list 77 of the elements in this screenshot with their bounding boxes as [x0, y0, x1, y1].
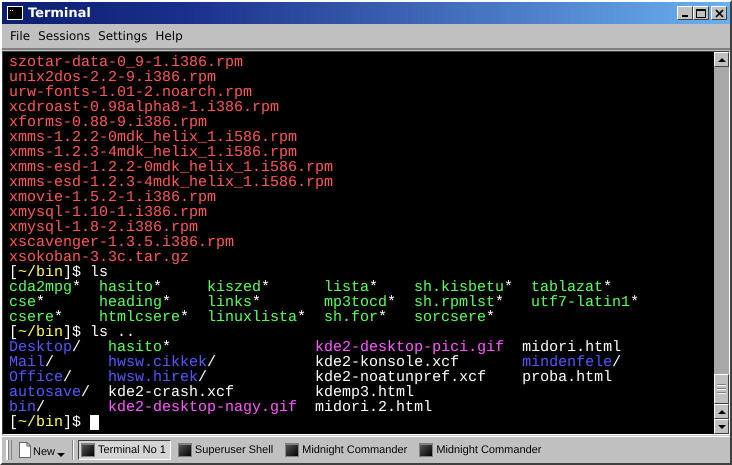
file-name: autosave/ [9, 384, 90, 401]
file-name: hasito* [99, 279, 162, 296]
file-name: csere* [9, 309, 64, 326]
output-line: urw-fonts-1.01-2.noarch.rpm [9, 85, 252, 100]
file-name: hasito* [108, 339, 172, 356]
file-name: kiszed* [207, 279, 270, 296]
output-line: xsokoban-3.3c.tar.gz [9, 250, 190, 265]
file-name: sh.rpmlst* [414, 294, 504, 311]
output-line: xmysql-1.8-2.i386.rpm [9, 220, 198, 235]
output-line: xmovie-1.5.2-1.i386.rpm [9, 190, 216, 205]
maximize-button[interactable] [693, 6, 709, 20]
output-line: xmms-esd-1.2.2-0mdk_helix_1.i586.rpm [9, 160, 334, 175]
output-line: xforms-0.88-9.i386.rpm [9, 115, 208, 130]
file-name: kde2-desktop-nagy.gif [108, 399, 298, 416]
file-name: Mail/ [9, 354, 54, 371]
output-line: xmms-esd-1.2.3-4mdk_helix_1.i586.rpm [9, 175, 334, 190]
file-name: cse* [9, 294, 46, 311]
prompt-line: [~/bin]$ ls .. [9, 325, 136, 340]
file-name: proba.html [522, 369, 612, 386]
output-line: unix2dos-2.2-9.i386.rpm [9, 70, 216, 85]
file-name: kde2-desktop-pici.gif [315, 339, 504, 356]
scroll-down-button[interactable] [714, 419, 729, 434]
terminal-icon [7, 6, 23, 20]
menu-item[interactable]: Sessions [34, 29, 94, 43]
output-line: xmms-1.2.3-4mdk_helix_1.i586.rpm [9, 145, 298, 160]
file-name: Desktop/ [9, 339, 82, 356]
menu-item[interactable]: Settings [94, 29, 152, 43]
file-name: htmlcsere* [99, 309, 190, 326]
terminal-icon [419, 443, 434, 457]
window-title: Terminal [28, 6, 91, 20]
maximize-icon [696, 8, 706, 18]
output-line: szotar-data-0_9-1.i386.rpm [9, 55, 244, 70]
menu-item[interactable]: File [6, 29, 34, 43]
scrollbar-track[interactable] [714, 52, 729, 434]
document-icon [19, 442, 31, 458]
file-name: sh.kisbetu* [414, 279, 514, 296]
file-name: links* [207, 294, 262, 311]
taskbar-button[interactable]: Terminal No 1 [78, 440, 171, 460]
prompt-line: [~/bin]$ ls [9, 265, 108, 280]
file-name: kdemp3.html [315, 384, 414, 401]
file-name: tablazat* [531, 279, 612, 296]
close-icon [714, 8, 724, 18]
output-line: xmms-1.2.2-0mdk_helix_1.i586.rpm [9, 130, 298, 145]
file-name: mp3tocd* [324, 294, 396, 311]
scroll-up-button[interactable] [714, 404, 729, 419]
minimize-icon [682, 15, 688, 17]
file-name: Office/ [9, 369, 72, 386]
prompt-line: [~/bin]$ [9, 415, 82, 430]
file-name: midori.html [522, 339, 622, 356]
taskbar-handle[interactable] [6, 440, 12, 460]
minimize-button[interactable] [677, 6, 693, 20]
file-name: linuxlista* [207, 309, 306, 326]
file-name: mindenfele/ [522, 354, 622, 371]
file-name: kde2-noatunpref.xcf [315, 369, 486, 386]
output-line: xscavenger-1.3.5.i386.rpm [9, 235, 236, 250]
file-name: hwsw.hirek/ [108, 369, 208, 386]
file-name: utf7-latin1* [531, 294, 640, 311]
output-line: xcdroast-0.98alpha8-1.i386.rpm [9, 100, 280, 115]
caret-icon [57, 453, 66, 457]
terminal-icon [285, 443, 300, 457]
file-name: sh.for* [324, 309, 388, 326]
output-line: xmysql-1.10-1.i386.rpm [9, 205, 208, 220]
file-name: heading* [99, 294, 172, 311]
close-button[interactable] [711, 6, 727, 20]
menu-item[interactable]: Help [151, 29, 187, 43]
file-name: kde2-konsole.xcf [315, 354, 460, 371]
file-name: midori.2.html [315, 399, 432, 416]
terminal-icon [178, 443, 192, 457]
scroll-up-button[interactable] [714, 52, 729, 67]
file-name: cda2mpg* [9, 279, 82, 296]
scrollbar-thumb[interactable] [714, 374, 729, 404]
file-name: sorcsere* [414, 309, 496, 326]
file-name: kde2-crash.xcf [108, 384, 234, 401]
file-name: hwsw.cikkek/ [108, 354, 216, 371]
file-name: lista* [324, 279, 378, 296]
file-name: bin/ [9, 399, 46, 416]
terminal-icon [81, 443, 96, 457]
